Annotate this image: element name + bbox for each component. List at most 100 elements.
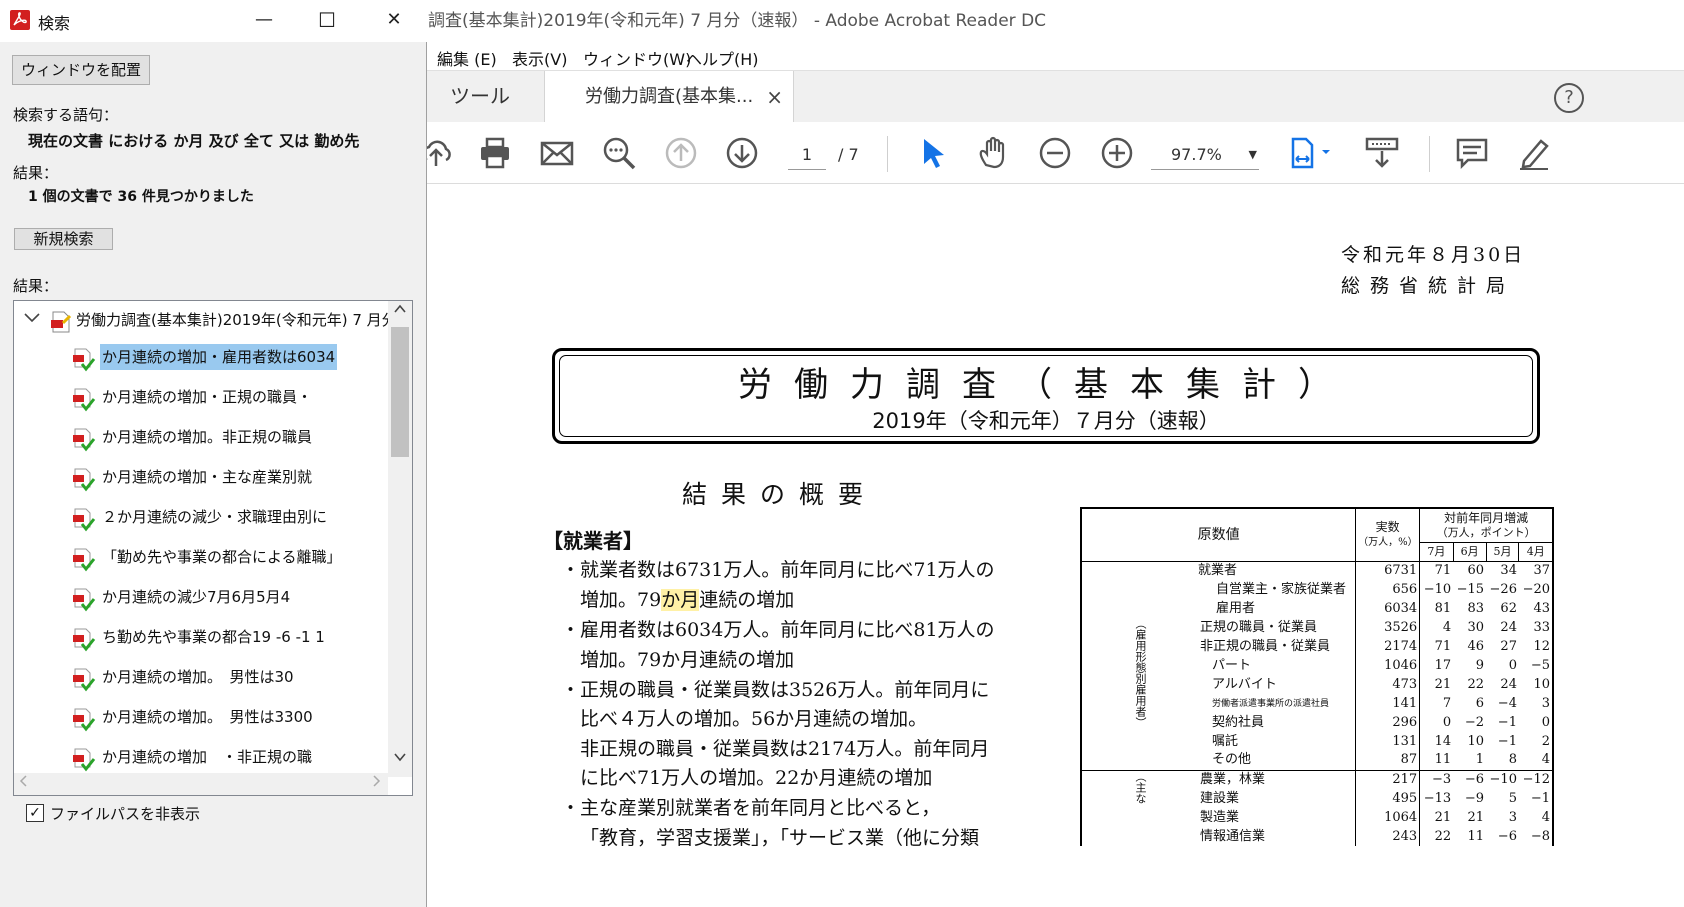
fit-page-icon[interactable] — [1286, 135, 1334, 171]
change-value-cell: 33 — [1518, 618, 1555, 637]
menu-view[interactable]: 表示(V) — [512, 46, 567, 70]
actual-value-cell: 243 — [1355, 827, 1421, 846]
zoom-level-value: 97.7% — [1171, 145, 1222, 164]
document-bureau: 総務省統計局 — [1341, 275, 1516, 297]
hand-tool-icon[interactable] — [976, 135, 1012, 171]
menu-bar: 編集 (E) 表示(V) ウィンドウ(W) ヘルプ(H) — [426, 42, 1684, 70]
search-term-label: 検索する語句： — [13, 106, 119, 124]
zoom-in-icon[interactable] — [1099, 135, 1135, 171]
change-value-cell: −12 — [1518, 769, 1555, 789]
change-value-cell: 21 — [1434, 676, 1452, 692]
search-result-item[interactable]: か月連続の増加。 男性は3300 — [72, 701, 392, 735]
zoom-search-icon[interactable] — [601, 135, 637, 171]
chevron-down-icon[interactable] — [22, 307, 42, 331]
menu-window[interactable]: ウィンドウ(W) — [583, 46, 691, 70]
horizontal-scrollbar[interactable] — [14, 773, 388, 795]
close-button[interactable]: ✕ — [376, 6, 412, 36]
change-value-cell: 10 — [1518, 675, 1555, 694]
change-value-cell: 4 — [1442, 619, 1452, 635]
actual-value-cell: 473 — [1355, 675, 1421, 694]
scrollbar-thumb[interactable] — [391, 327, 409, 457]
body-text: 増加。79 — [580, 589, 662, 611]
change-value-cell: −6 — [1453, 769, 1487, 789]
tab-document[interactable]: 労働力調査(基本集... × — [544, 71, 794, 123]
search-result-label: か月連続の増加。 男性は3300 — [102, 708, 313, 726]
change-value-cell: 43 — [1518, 599, 1555, 618]
table-row-label: パート — [1198, 656, 1357, 675]
checkbox-checked-icon[interactable]: ✓ — [26, 804, 44, 822]
previous-page-icon[interactable] — [663, 135, 699, 171]
email-icon[interactable] — [539, 135, 575, 171]
zoom-level-dropdown[interactable]: 97.7% ▼ — [1151, 140, 1259, 170]
table-row: 就業者 6731 71 60 34 37 — [1080, 560, 1555, 580]
actual-value-cell: 141 — [1355, 694, 1421, 713]
arrange-windows-button[interactable]: ウィンドウを配置 — [12, 55, 151, 85]
search-result-item[interactable]: か月連続の増加 ・非正規の職 — [72, 741, 392, 775]
change-value-cell: −1 — [1497, 714, 1517, 730]
search-result-item[interactable]: か月連続の減少7月6月5月4 — [72, 581, 392, 615]
body-line: ・主な産業別就業者を前年同月と比べると， — [561, 797, 941, 819]
actual-value-cell: 296 — [1355, 713, 1421, 732]
tree-root-document[interactable]: 労働力調査(基本集計)2019年(令和元年) 7 月分 — [14, 305, 397, 335]
change-value-cell: 34 — [1486, 560, 1519, 580]
change-value-cell: 11 — [1467, 828, 1485, 844]
search-result-item[interactable]: 「勤め先や事業の都合による離職」 — [72, 541, 392, 575]
print-icon[interactable] — [477, 135, 513, 171]
change-value-cell: 1 — [1475, 752, 1485, 768]
results-tree[interactable]: 労働力調査(基本集計)2019年(令和元年) 7 月分 か月連続の増加・雇用者数… — [13, 300, 413, 796]
scroll-left-icon[interactable] — [18, 773, 30, 795]
select-cursor-icon[interactable] — [916, 135, 952, 171]
body-line: ・就業者数は6731万人。前年同月に比べ71万人の — [561, 559, 995, 581]
search-result-item[interactable]: か月連続の増加。 男性は30 — [72, 661, 392, 695]
search-result-label: か月連続の増加 ・非正規の職 — [102, 748, 313, 766]
change-value-cell: 27 — [1500, 638, 1517, 654]
header-unit: （万人，ポイント） — [1436, 525, 1536, 539]
change-value-cell: 37 — [1518, 560, 1555, 580]
tab-tools[interactable]: ツール — [426, 71, 544, 123]
comment-icon[interactable] — [1454, 135, 1490, 171]
scroll-down-icon[interactable] — [388, 749, 412, 773]
page-total: / 7 — [838, 145, 859, 164]
search-result-item[interactable]: ち勤め先や事業の都合19 -6 -1 1 — [72, 621, 392, 655]
body-line: 増加。79か月連続の増加 — [580, 649, 795, 671]
document-view[interactable]: 令和元年８月30日 総務省統計局 労働力調査（基本集計） 2019年（令和元年）… — [426, 185, 1684, 907]
next-page-icon[interactable] — [724, 135, 760, 171]
new-search-button[interactable]: 新規検索 — [14, 228, 113, 250]
vertical-scrollbar[interactable] — [388, 301, 412, 777]
month-header: 5月 — [1485, 541, 1520, 562]
scroll-up-icon[interactable] — [388, 301, 412, 325]
search-term-value: 現在の文書 における か月 及び 全て 又は 勤め先 — [28, 132, 360, 150]
search-result-item[interactable]: か月連続の増加・雇用者数は6034 — [72, 341, 392, 375]
change-value-cell: 3 — [1508, 809, 1517, 825]
actual-value-cell: 1046 — [1355, 656, 1421, 675]
maximize-button[interactable]: ☐ — [309, 6, 345, 36]
change-value-cell: 3 — [1518, 694, 1555, 713]
search-result-item[interactable]: か月連続の増加・正規の職員・ — [72, 381, 392, 415]
highlight-pen-icon[interactable] — [1516, 135, 1552, 171]
change-value-cell: 12 — [1518, 637, 1555, 656]
change-value-cell: −5 — [1518, 656, 1555, 675]
zoom-out-icon[interactable] — [1037, 135, 1073, 171]
scroll-right-icon[interactable] — [370, 773, 382, 795]
change-value-cell: −15 — [1456, 581, 1485, 597]
change-value-cell: 2 — [1518, 732, 1555, 751]
table-row-label: 就業者 — [1198, 560, 1357, 580]
search-result-item[interactable]: か月連続の増加・主な産業別就 — [72, 461, 392, 495]
header-text: 対前年同月増減 — [1444, 510, 1529, 525]
minimize-button[interactable]: — — [246, 6, 282, 36]
pdf-document-icon — [50, 311, 72, 333]
search-result-item[interactable]: ２か月連続の減少・求職理由別に — [72, 501, 392, 535]
menu-edit[interactable]: 編集 (E) — [437, 46, 497, 70]
page-number-input[interactable]: 1 — [788, 140, 826, 170]
search-window-title-bar: 検索 — ☐ ✕ — [0, 0, 427, 42]
table-side-cell: （主な — [1080, 769, 1198, 846]
tab-close-icon[interactable]: × — [766, 71, 783, 123]
search-result-item[interactable]: か月連続の増加。非正規の職員 — [72, 421, 392, 455]
menu-help[interactable]: ヘルプ(H) — [686, 46, 759, 70]
table-side-cell: （雇用形態別雇用者） — [1080, 618, 1198, 770]
change-value-cell: 6 — [1475, 695, 1485, 711]
help-icon[interactable]: ? — [1554, 83, 1584, 113]
search-window: 検索 — ☐ ✕ ウィンドウを配置 検索する語句： 現在の文書 における か月 … — [0, 0, 427, 907]
search-hit-icon — [72, 747, 96, 773]
scroll-mode-icon[interactable] — [1364, 135, 1400, 171]
